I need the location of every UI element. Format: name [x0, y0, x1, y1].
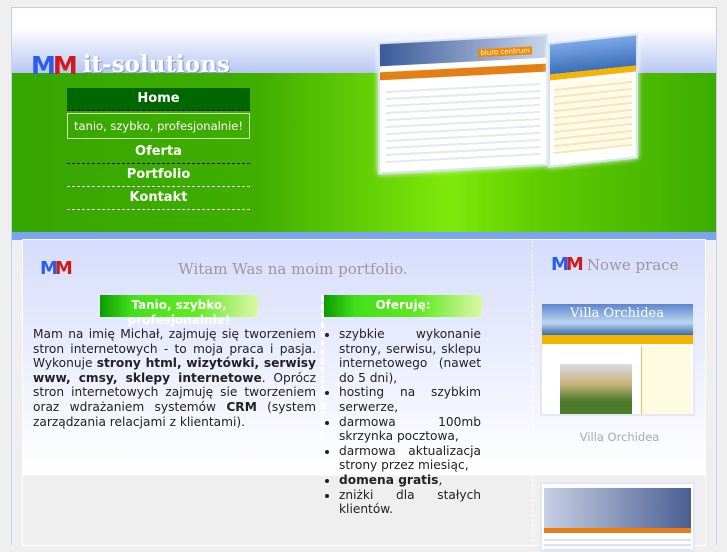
sidebar-header: MM Nowe prace: [551, 254, 679, 275]
offer-item: szybkie wykonanie strony, serwisu, sklep…: [339, 327, 481, 385]
intro-text: Mam na imię Michał, zajmuję się tworzeni…: [33, 327, 316, 429]
offer-item: zniżki dla stałych klientów.: [339, 488, 481, 517]
header-screenshot-1: biuro centrum: [378, 33, 548, 175]
site-logo[interactable]: MM it-solutions: [31, 51, 230, 78]
nav-slogan: tanio, szybko, profesjonalnie!: [67, 113, 250, 139]
work-thumbnail-villa-orchidea[interactable]: Villa Orchidea: [540, 302, 695, 416]
offer-item: domena gratis,: [339, 473, 481, 488]
offer-item: darmowa 100mb skrzynka pocztowa,: [339, 415, 481, 444]
sidebar-divider: [532, 240, 533, 547]
site-name: it-solutions: [82, 51, 230, 78]
page-title: Witam Was na moim portfolio.: [178, 260, 408, 278]
thumb-title: Villa Orchidea: [542, 304, 693, 335]
header: biuro centrum MM it-solutions Home tanio…: [12, 8, 716, 232]
mm-logo-icon: MM: [40, 258, 73, 279]
main-nav: Home tanio, szybko, profesjonalnie! Ofer…: [67, 88, 250, 210]
content-panel: MM Witam Was na moim portfolio. Tanio, s…: [22, 239, 706, 552]
right-heading: Oferuję:: [324, 295, 482, 317]
offer-item: hosting na szybkim serwerze,: [339, 385, 481, 414]
mm-logo-icon: MM: [551, 254, 584, 275]
left-heading: Tanio, szybko, profesjonalnie!: [100, 295, 258, 327]
offer-list: szybkie wykonanie strony, serwisu, sklep…: [323, 327, 481, 517]
sidebar-heading: Nowe prace: [586, 256, 679, 274]
nav-home[interactable]: Home: [67, 88, 250, 111]
nav-oferta[interactable]: Oferta: [67, 141, 250, 164]
nav-portfolio[interactable]: Portfolio: [67, 164, 250, 187]
work-thumbnail-biuro-centrum[interactable]: [540, 482, 695, 552]
page: biuro centrum MM it-solutions Home tanio…: [11, 7, 717, 552]
work-caption[interactable]: Villa Orchidea: [533, 430, 706, 444]
mm-logo-icon: MM: [31, 51, 78, 80]
header-screenshot-2: [548, 33, 638, 168]
offer-item: darmowa aktualizacja strony przez miesią…: [339, 444, 481, 473]
nav-kontakt[interactable]: Kontakt: [67, 187, 250, 210]
